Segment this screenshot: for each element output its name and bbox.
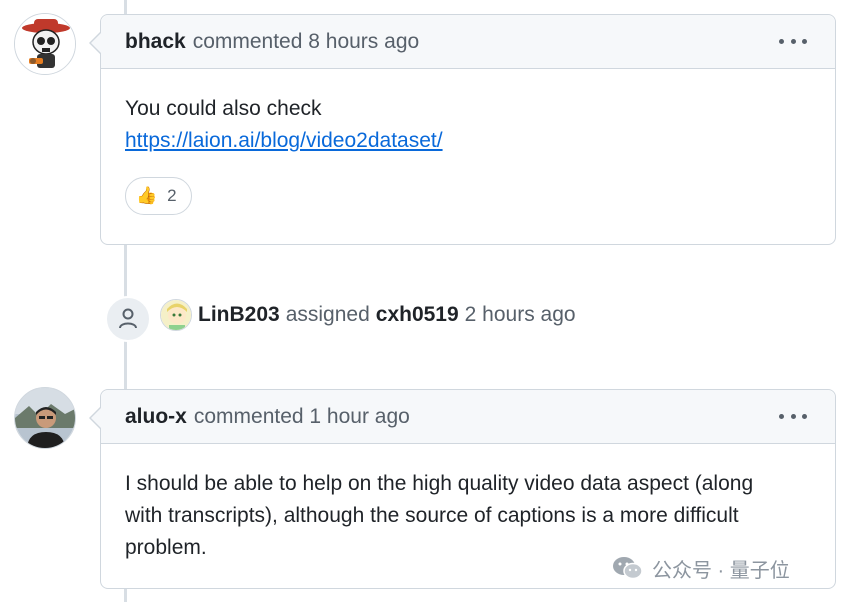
comment-author[interactable]: bhack — [125, 30, 186, 54]
avatar-bhack[interactable] — [14, 13, 76, 75]
event-target[interactable]: cxh0519 — [376, 303, 459, 327]
comment-timestamp[interactable]: commented 1 hour ago — [194, 405, 410, 429]
reaction-thumbs-up-button[interactable]: 👍 2 — [125, 177, 192, 215]
person-icon — [105, 296, 151, 342]
watermark: 公众号 · 量子位 — [612, 552, 790, 584]
wechat-icon — [613, 557, 643, 580]
comment-timestamp[interactable]: commented 8 hours ago — [193, 30, 419, 54]
comment-text: I should be able to help on the high qua… — [125, 472, 754, 559]
kebab-dot-icon — [779, 413, 784, 419]
kebab-dot-icon — [802, 413, 807, 419]
watermark-text: 公众号 · 量子位 — [652, 559, 790, 582]
reaction-count: 2 — [167, 186, 177, 205]
kebab-dot-icon — [790, 413, 796, 419]
comment-bhack: bhack commented 8 hours ago You could al… — [89, 14, 836, 245]
comment-author[interactable]: aluo-x — [125, 405, 187, 429]
skeleton-avatar-icon — [15, 14, 75, 74]
comment-link[interactable]: https://laion.ai/blog/video2dataset/ — [125, 129, 443, 152]
comment-text: You could also check — [125, 97, 322, 120]
avatar-linb203[interactable] — [160, 299, 192, 331]
event-verb: assigned — [285, 303, 370, 326]
kebab-dot-icon — [779, 38, 784, 44]
anime-avatar-icon — [161, 300, 191, 330]
event-actor[interactable]: LinB203 — [198, 303, 280, 327]
comment-body: You could also check https://laion.ai/bl… — [101, 69, 835, 237]
event-timestamp[interactable]: 2 hours ago — [465, 303, 576, 327]
comment-options-button[interactable] — [779, 407, 807, 425]
comment-options-button[interactable] — [779, 32, 807, 50]
photo-avatar-icon — [15, 388, 75, 448]
comment-header: aluo-x commented 1 hour ago — [101, 390, 835, 444]
thumbs-up-icon: 👍 — [136, 186, 158, 205]
kebab-dot-icon — [790, 38, 796, 44]
kebab-dot-icon — [802, 38, 807, 44]
avatar-aluo-x[interactable] — [14, 387, 76, 449]
assignment-event: LinB203 assigned cxh0519 2 hours ago — [160, 297, 576, 333]
comment-header: bhack commented 8 hours ago — [101, 15, 835, 69]
